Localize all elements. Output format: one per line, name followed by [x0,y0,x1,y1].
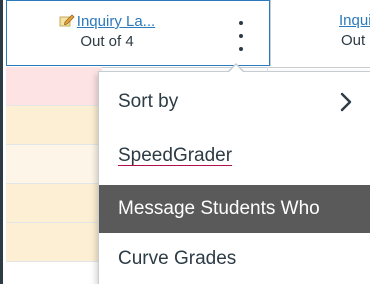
grade-cell[interactable] [6,223,102,262]
grade-cell[interactable] [6,145,102,184]
grade-cell[interactable] [6,106,102,145]
menu-item-sort-by[interactable]: Sort by [99,78,370,126]
menu-caret-inner [228,65,244,73]
gradebook-header-row: Inquiry La... Out of 4 Inqui Out [6,0,370,68]
assignment-title-link[interactable]: Inquiry La... [7,13,207,30]
assignment-points-label: Out of 4 [80,33,134,50]
next-assignment-title-link[interactable]: Inqui [339,12,370,29]
assignment-column-header[interactable]: Inquiry La... Out of 4 [6,0,270,66]
menu-item-message-students-who[interactable]: Message Students Who [99,185,370,233]
menu-item-label: Message Students Who [118,198,320,219]
kebab-menu-icon[interactable] [233,21,249,51]
next-assignment-points-label: Out [341,32,366,49]
menu-item-label: SpeedGrader [118,145,233,166]
assignment-title-text: Inquiry La... [76,13,156,30]
grade-cell[interactable] [6,67,102,106]
menu-item-curve-grades[interactable]: Curve Grades [99,235,370,283]
grade-cell[interactable] [6,184,102,223]
column-options-menu: Sort by SpeedGrader Message Students Who… [98,71,370,284]
menu-item-label: Sort by [118,91,179,112]
menu-item-speedgrader[interactable]: SpeedGrader [99,132,370,180]
menu-item-label: Curve Grades [118,248,237,269]
next-assignment-column-header[interactable]: Inqui Out [270,0,370,66]
assignment-column-cells [6,67,102,262]
chevron-right-icon [340,78,352,126]
pencil-note-icon [59,13,75,27]
